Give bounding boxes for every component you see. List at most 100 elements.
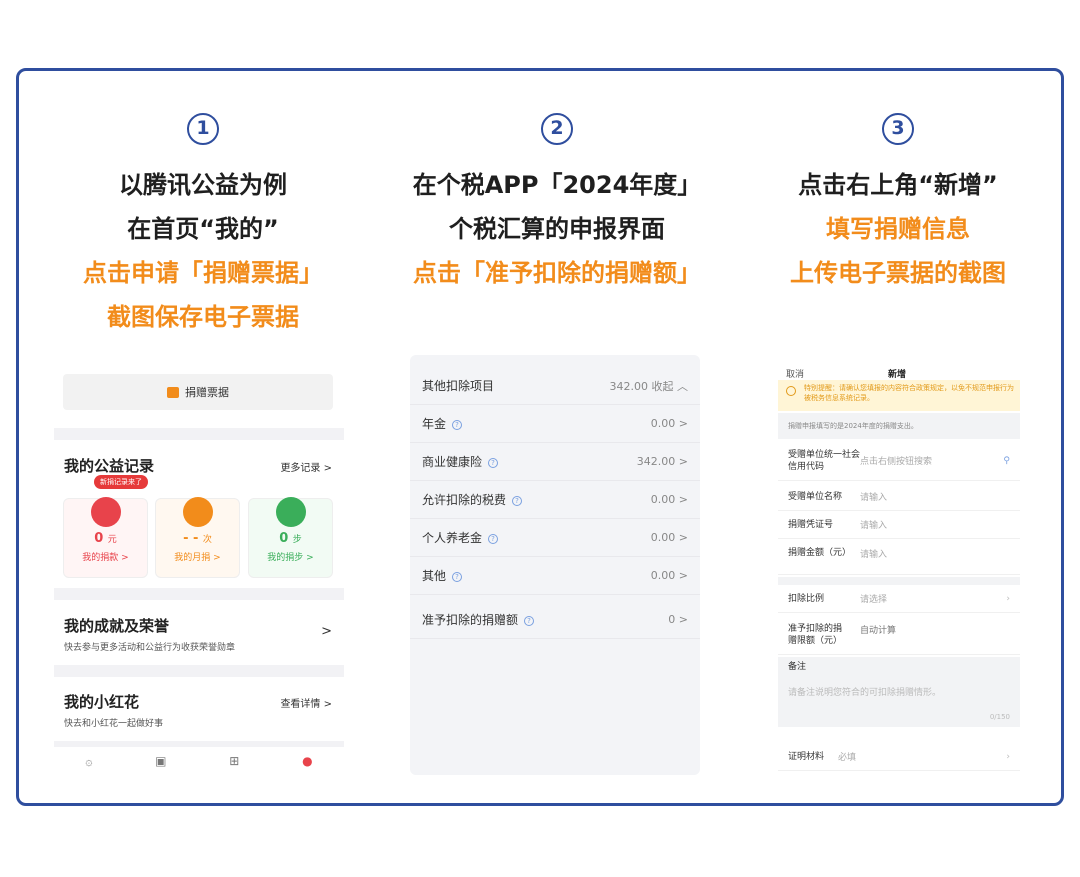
help-icon[interactable]: ? bbox=[488, 457, 499, 468]
tab-profile-icon[interactable]: ● bbox=[302, 754, 312, 768]
monthly-value: - - 次 bbox=[183, 531, 212, 546]
remark-input[interactable]: 请备注说明您符合的可扣除捐赠情形。 0/150 bbox=[778, 677, 1020, 727]
row-value: 0 > bbox=[668, 613, 688, 626]
field-value: 请输入 bbox=[860, 521, 888, 531]
field-label: 准予扣除的捐赠限额（元） bbox=[788, 624, 843, 646]
row-label: 年金 bbox=[422, 417, 447, 431]
warning-icon bbox=[786, 386, 796, 396]
tax-app-screenshot: 其他扣除项目 342.00 收起 ︿ 年金? 0.00 > 商业健康险? 342… bbox=[410, 355, 700, 775]
add-donation-form-screenshot: 取消 新增 特别提醒：请确认您填报的内容符合政策规定，以免不规范申报行为被税务信… bbox=[778, 355, 1020, 775]
steps-value: 0 步 bbox=[279, 531, 302, 546]
voucher-number-field[interactable]: 捐赠凭证号 请输入 bbox=[778, 511, 1020, 539]
info-text: 捐赠申报填写的是2024年度的捐赠支出。 bbox=[778, 413, 1020, 439]
step-2: 2 在个税APP「2024年度」 个税汇算的申报界面 点击「准予扣除的捐赠额」 bbox=[412, 113, 702, 295]
help-icon[interactable]: ? bbox=[524, 615, 535, 626]
monthly-donation-card[interactable]: - - 次 我的月捐 > bbox=[155, 497, 240, 578]
row-value: 342.00 收起 ︿ bbox=[609, 379, 688, 393]
form-title: 新增 bbox=[888, 370, 907, 380]
donation-amount-field[interactable]: 捐赠金额（元） 请输入 bbox=[778, 539, 1020, 575]
view-details-link[interactable]: 查看详情 > bbox=[280, 695, 332, 710]
my-donation-card[interactable]: 0 元 我的捐款 > bbox=[63, 497, 148, 578]
pension-row[interactable]: 个人养老金? 0.00 > bbox=[410, 519, 700, 557]
step-highlight: 填写捐赠信息 bbox=[826, 215, 970, 243]
warning-banner: 特别提醒：请确认您填报的内容符合政策规定，以免不规范申报行为被税务信息系统记录。 bbox=[778, 380, 1020, 411]
step-line: 以腾讯公益为例 bbox=[119, 171, 287, 199]
remark-placeholder: 请备注说明您符合的可扣除捐赠情形。 bbox=[788, 688, 942, 698]
step-3: 3 点击右上角“新增” 填写捐赠信息 上传电子票据的截图 bbox=[753, 113, 1043, 295]
row-value: 0.00 > bbox=[650, 493, 688, 506]
donation-deduction-row[interactable]: 准予扣除的捐赠额? 0 > bbox=[410, 601, 700, 639]
honor-section[interactable]: 我的成就及荣誉 快去参与更多活动和公益行为收获荣誉勋章 > bbox=[54, 600, 344, 665]
step-line: 在首页“我的” bbox=[127, 215, 279, 243]
honor-subtitle: 快去参与更多活动和公益行为收获荣誉勋章 bbox=[64, 643, 236, 653]
help-icon[interactable]: ? bbox=[452, 571, 463, 582]
deduction-ratio-field[interactable]: 扣除比例 请选择 › bbox=[778, 585, 1020, 613]
chevron-right-icon: › bbox=[1006, 751, 1010, 762]
row-label: 其他扣除项目 bbox=[422, 379, 495, 393]
monthly-label: 我的月捐 > bbox=[174, 553, 221, 563]
divider bbox=[54, 588, 344, 600]
divider bbox=[778, 577, 1020, 585]
tab-project-icon[interactable]: ▣ bbox=[155, 754, 166, 768]
shoe-icon bbox=[275, 497, 306, 527]
field-label: 受赠单位名称 bbox=[788, 491, 843, 502]
calendar-icon bbox=[182, 497, 213, 527]
field-value: 自动计算 bbox=[860, 626, 897, 636]
proof-material-field[interactable]: 证明材料 必填 › bbox=[778, 743, 1020, 771]
tencent-charity-screenshot: 捐赠票据 我的公益记录 更多记录 > 新捐记录来了 0 元 我的捐款 > - -… bbox=[54, 355, 344, 775]
search-icon[interactable]: ⚲ bbox=[1003, 456, 1010, 466]
annuity-row[interactable]: 年金? 0.00 > bbox=[410, 405, 700, 443]
heart-hand-icon bbox=[90, 497, 121, 527]
donation-label: 我的捐款 > bbox=[82, 553, 129, 563]
donation-value: 0 元 bbox=[94, 531, 117, 546]
step-number: 1 bbox=[187, 113, 219, 145]
bottom-tab-bar: ۞ ▣ ⊞ ● bbox=[54, 747, 344, 775]
more-records-link[interactable]: 更多记录 > bbox=[280, 459, 332, 474]
health-insurance-row[interactable]: 商业健康险? 342.00 > bbox=[410, 443, 700, 481]
warning-text: 特别提醒：请确认您填报的内容符合政策规定，以免不规范申报行为被税务信息系统记录。 bbox=[804, 384, 1014, 402]
cancel-button[interactable]: 取消 bbox=[786, 367, 804, 380]
row-label: 允许扣除的税费 bbox=[422, 493, 507, 507]
divider bbox=[54, 665, 344, 677]
step-highlight: 点击「准予扣除的捐赠额」 bbox=[413, 259, 701, 287]
step-highlight: 上传电子票据的截图 bbox=[790, 259, 1006, 287]
field-value: 请选择 bbox=[860, 595, 888, 605]
credit-code-field[interactable]: 受赠单位统一社会信用代码 点击右侧按钮搜索 ⚲ bbox=[778, 441, 1020, 481]
field-label: 证明材料 bbox=[788, 751, 825, 762]
step-highlight: 点击申请「捐赠票据」 bbox=[83, 259, 323, 287]
step-line: 在个税APP「2024年度」 bbox=[412, 171, 702, 199]
other-deductions-row[interactable]: 其他扣除项目 342.00 收起 ︿ bbox=[410, 367, 700, 405]
tab-grid-icon[interactable]: ⊞ bbox=[229, 754, 239, 768]
row-label: 其他 bbox=[422, 569, 447, 583]
tab-home-icon[interactable]: ۞ bbox=[85, 754, 92, 768]
tax-fee-row[interactable]: 允许扣除的税费? 0.00 > bbox=[410, 481, 700, 519]
step-highlight: 截图保存电子票据 bbox=[107, 303, 299, 331]
donation-receipt-label: 捐赠票据 bbox=[185, 386, 229, 399]
remark-label: 备注 bbox=[778, 657, 1020, 677]
deduction-limit-field: 准予扣除的捐赠限额（元） 自动计算 bbox=[778, 615, 1020, 655]
help-icon[interactable]: ? bbox=[452, 419, 463, 430]
recipient-name-field[interactable]: 受赠单位名称 请输入 bbox=[778, 483, 1020, 511]
char-counter: 0/150 bbox=[989, 713, 1010, 721]
receipt-icon bbox=[167, 386, 179, 398]
field-value: 必填 bbox=[838, 753, 857, 763]
row-value: 0.00 > bbox=[650, 569, 688, 582]
row-value: 0.00 > bbox=[650, 417, 688, 430]
field-label: 捐赠金额（元） bbox=[788, 548, 852, 558]
field-value: 请输入 bbox=[860, 493, 888, 503]
field-value: 请输入 bbox=[860, 550, 888, 560]
chevron-right-icon: › bbox=[1006, 593, 1010, 604]
records-title: 我的公益记录 bbox=[64, 457, 155, 475]
help-icon[interactable]: ? bbox=[512, 495, 523, 506]
divider bbox=[54, 428, 344, 440]
row-label: 商业健康险 bbox=[422, 455, 483, 469]
step-donation-card[interactable]: 0 步 我的捐步 > bbox=[248, 497, 333, 578]
row-label: 准予扣除的捐赠额 bbox=[422, 613, 519, 627]
new-record-badge: 新捐记录来了 bbox=[94, 475, 148, 489]
other-row[interactable]: 其他? 0.00 > bbox=[410, 557, 700, 595]
chevron-right-icon: > bbox=[321, 624, 332, 639]
donation-receipt-button[interactable]: 捐赠票据 bbox=[63, 374, 333, 410]
help-icon[interactable]: ? bbox=[488, 533, 499, 544]
steps-label: 我的捐步 > bbox=[267, 553, 314, 563]
honor-title: 我的成就及荣誉 bbox=[64, 617, 170, 635]
